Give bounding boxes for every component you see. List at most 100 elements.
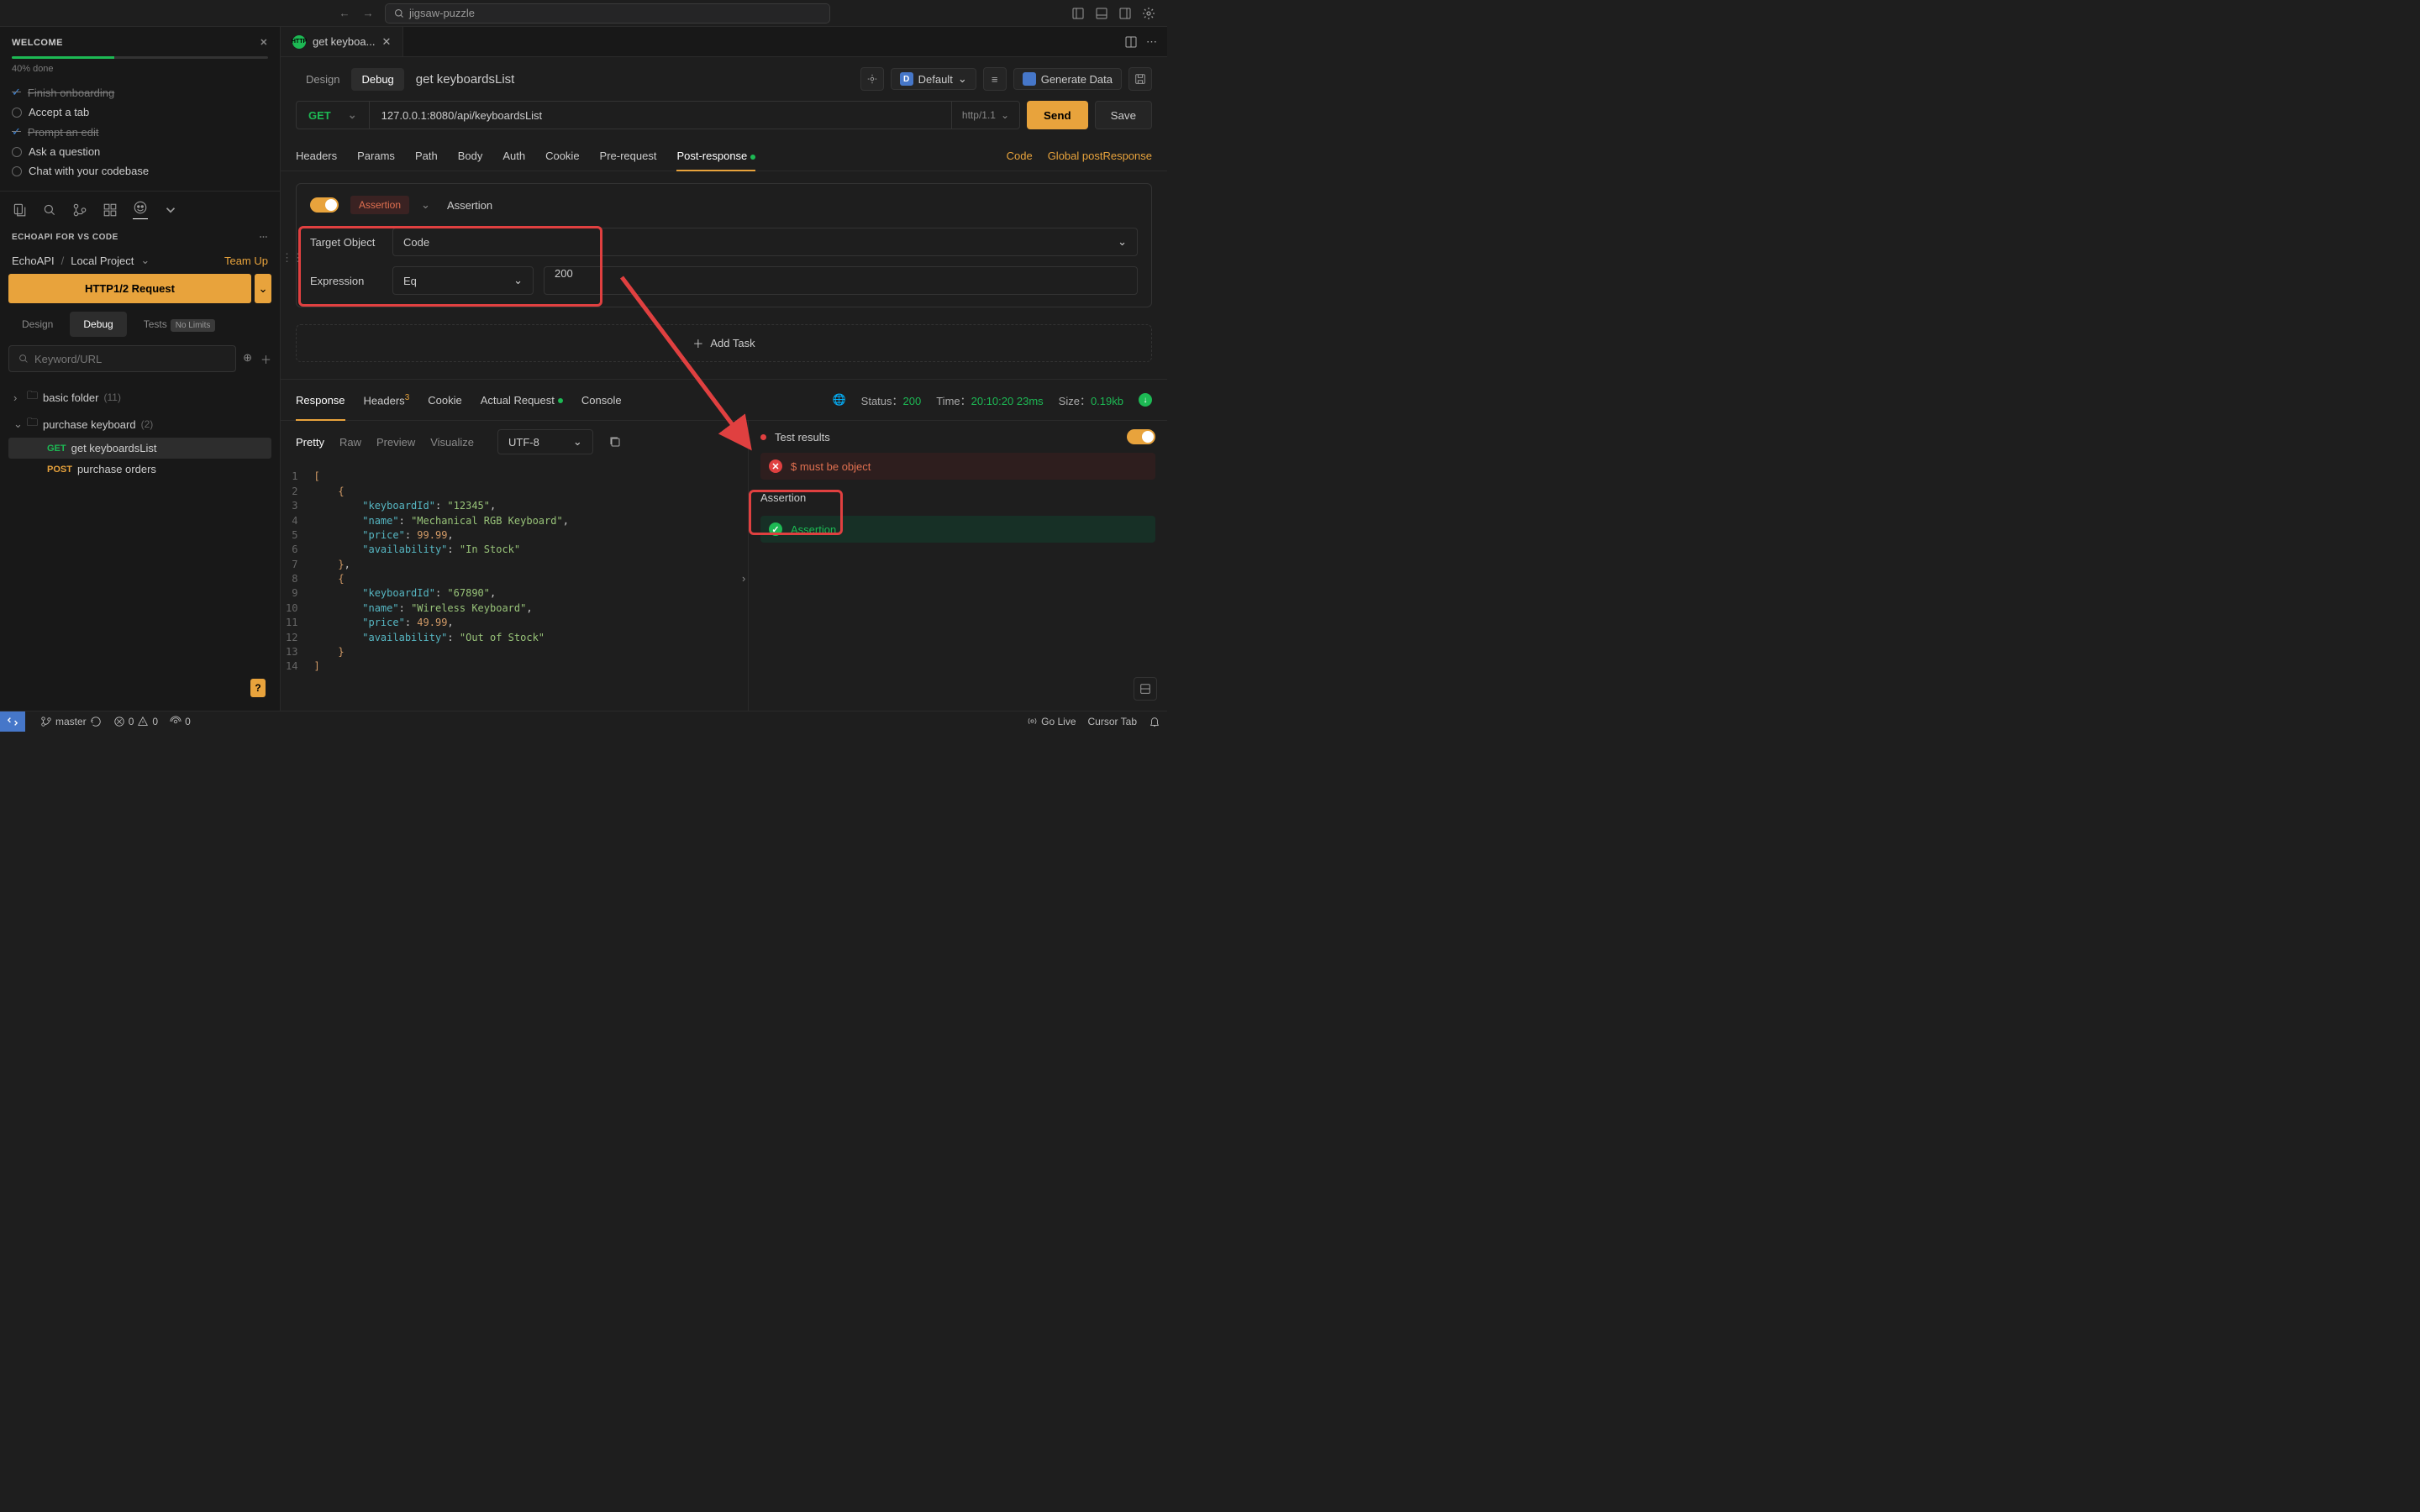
download-icon[interactable]: ↓ (1139, 393, 1152, 407)
split-editor-icon[interactable] (1124, 35, 1138, 49)
encoding-select[interactable]: UTF-8 ⌄ (497, 429, 593, 454)
mode-design[interactable]: Design (296, 68, 350, 91)
panel-left-icon[interactable] (1071, 4, 1090, 23)
tree-request[interactable]: POST purchase orders (8, 459, 271, 480)
remote-icon[interactable] (0, 711, 25, 732)
env-badge-icon: D (900, 72, 913, 86)
tab-debug[interactable]: Debug (70, 312, 126, 337)
resp-tab-headers[interactable]: Headers3 (364, 388, 410, 412)
resp-tab-actual[interactable]: Actual Request (481, 389, 563, 412)
extensions-icon[interactable] (103, 202, 118, 218)
layout-icon[interactable] (1134, 677, 1157, 701)
tab-prerequest[interactable]: Pre-request (600, 141, 657, 171)
view-pretty[interactable]: Pretty (296, 436, 324, 449)
search-text: jigsaw-puzzle (409, 7, 475, 19)
chevron-down-icon[interactable]: ⌄ (140, 254, 150, 267)
view-raw[interactable]: Raw (339, 436, 361, 449)
locate-icon[interactable]: ⊕ (243, 351, 252, 367)
nav-forward-button[interactable]: → (358, 3, 378, 24)
more-icon[interactable]: ⋯ (1146, 35, 1157, 49)
notifications-icon[interactable] (1149, 716, 1160, 727)
target-object-label: Target Object (310, 236, 382, 249)
tree-request[interactable]: GET get keyboardsList (8, 438, 271, 459)
file-tab[interactable]: HTTP get keyboa... ✕ (281, 27, 403, 56)
environment-select[interactable]: D Default ⌄ (891, 68, 976, 90)
problems[interactable]: 0 0 (113, 716, 158, 727)
drag-handle-icon[interactable]: ⋮⋮ (281, 251, 303, 265)
tab-body[interactable]: Body (458, 141, 483, 171)
close-icon[interactable]: ✕ (381, 35, 391, 49)
save-icon[interactable] (1128, 67, 1152, 91)
team-up-link[interactable]: Team Up (224, 255, 268, 267)
mode-debug[interactable]: Debug (351, 68, 403, 91)
go-live[interactable]: Go Live (1027, 716, 1076, 727)
source-control-icon[interactable] (72, 202, 87, 218)
url-input[interactable]: 127.0.0.1:8080/api/keyboardsList (370, 109, 951, 122)
send-button[interactable]: Send (1027, 101, 1088, 129)
generate-data-button[interactable]: Generate Data (1013, 68, 1122, 90)
echoapi-icon[interactable] (133, 200, 148, 219)
protocol-select[interactable]: http/1.1 ⌄ (951, 102, 1019, 129)
chevron-down-icon[interactable] (163, 202, 178, 218)
save-button[interactable]: Save (1095, 101, 1152, 129)
view-preview[interactable]: Preview (376, 436, 415, 449)
ports[interactable]: 0 (170, 716, 191, 727)
http-request-button[interactable]: HTTP1/2 Request (8, 274, 251, 303)
tab-postresponse[interactable]: Post-response (676, 141, 755, 171)
tree-folder[interactable]: › 🗀 basic folder (11) (8, 384, 271, 411)
welcome-item[interactable]: Ask a question (12, 142, 268, 161)
welcome-item[interactable]: ✓Finish onboarding (12, 82, 268, 102)
response-body-viewer[interactable]: 1234567891011121314 [ { "keyboardId": "1… (281, 463, 748, 711)
expression-value-input[interactable]: 200 (544, 266, 1138, 295)
close-icon[interactable]: ✕ (260, 37, 268, 48)
tab-cookie[interactable]: Cookie (545, 141, 579, 171)
http-icon: HTTP (292, 35, 306, 49)
git-branch[interactable]: master (40, 716, 102, 727)
welcome-item[interactable]: Chat with your codebase (12, 161, 268, 181)
resp-tab-console[interactable]: Console (581, 389, 622, 412)
global-postresponse-link[interactable]: Global postResponse (1048, 150, 1152, 162)
panel-right-icon[interactable] (1118, 4, 1137, 23)
chevron-down-icon[interactable]: ⌄ (421, 198, 430, 212)
search-input[interactable]: Keyword/URL (8, 345, 236, 372)
test-results-toggle[interactable] (1127, 429, 1155, 444)
nav-back-button[interactable]: ← (334, 3, 355, 24)
tab-auth[interactable]: Auth (502, 141, 525, 171)
add-task-button[interactable]: ＋ Add Task (296, 324, 1152, 362)
settings-gear-icon[interactable] (1142, 4, 1160, 23)
globe-icon[interactable]: 🌐 (832, 393, 845, 407)
panel-bottom-icon[interactable] (1095, 4, 1113, 23)
test-result-row[interactable]: ✕ $ must be object (760, 453, 1155, 480)
copy-icon[interactable] (608, 435, 622, 449)
cursor-tab[interactable]: Cursor Tab (1088, 716, 1137, 727)
tab-headers[interactable]: Headers (296, 141, 337, 171)
editor-area: HTTP get keyboa... ✕ ⋯ Design Debug get … (281, 27, 1167, 711)
tab-design[interactable]: Design (8, 312, 66, 337)
target-object-select[interactable]: Code ⌄ (392, 228, 1138, 256)
code-link[interactable]: Code (1007, 150, 1033, 162)
assertion-toggle[interactable] (310, 197, 339, 213)
view-visualize[interactable]: Visualize (430, 436, 474, 449)
settings-icon[interactable] (860, 67, 884, 91)
search-icon[interactable] (42, 202, 57, 218)
welcome-item[interactable]: Accept a tab (12, 102, 268, 122)
files-icon[interactable] (12, 202, 27, 218)
helper-badge-icon[interactable]: ? (250, 679, 266, 697)
tree-folder[interactable]: ⌄ 🗀 purchase keyboard (2) (8, 411, 271, 438)
tab-path[interactable]: Path (415, 141, 438, 171)
assertion-name[interactable]: Assertion (447, 199, 492, 212)
expression-op-select[interactable]: Eq ⌄ (392, 266, 534, 295)
welcome-item[interactable]: ✓Prompt an edit (12, 122, 268, 142)
list-icon[interactable]: ≡ (983, 67, 1007, 91)
command-center-search[interactable]: jigsaw-puzzle (385, 3, 830, 24)
resp-tab-cookie[interactable]: Cookie (428, 389, 461, 412)
tab-params[interactable]: Params (357, 141, 395, 171)
more-icon[interactable]: ⋯ (260, 233, 269, 242)
tab-tests[interactable]: TestsNo Limits (130, 312, 229, 337)
assertion-result-row[interactable]: ✓ Assertion (760, 516, 1155, 543)
method-select[interactable]: GET ⌄ (297, 102, 370, 129)
resp-tab-response[interactable]: Response (296, 389, 345, 412)
http-request-menu-button[interactable]: ⌄ (255, 274, 271, 303)
collapse-handle-icon[interactable]: › (742, 572, 745, 585)
add-icon[interactable]: ＋ (260, 351, 271, 367)
